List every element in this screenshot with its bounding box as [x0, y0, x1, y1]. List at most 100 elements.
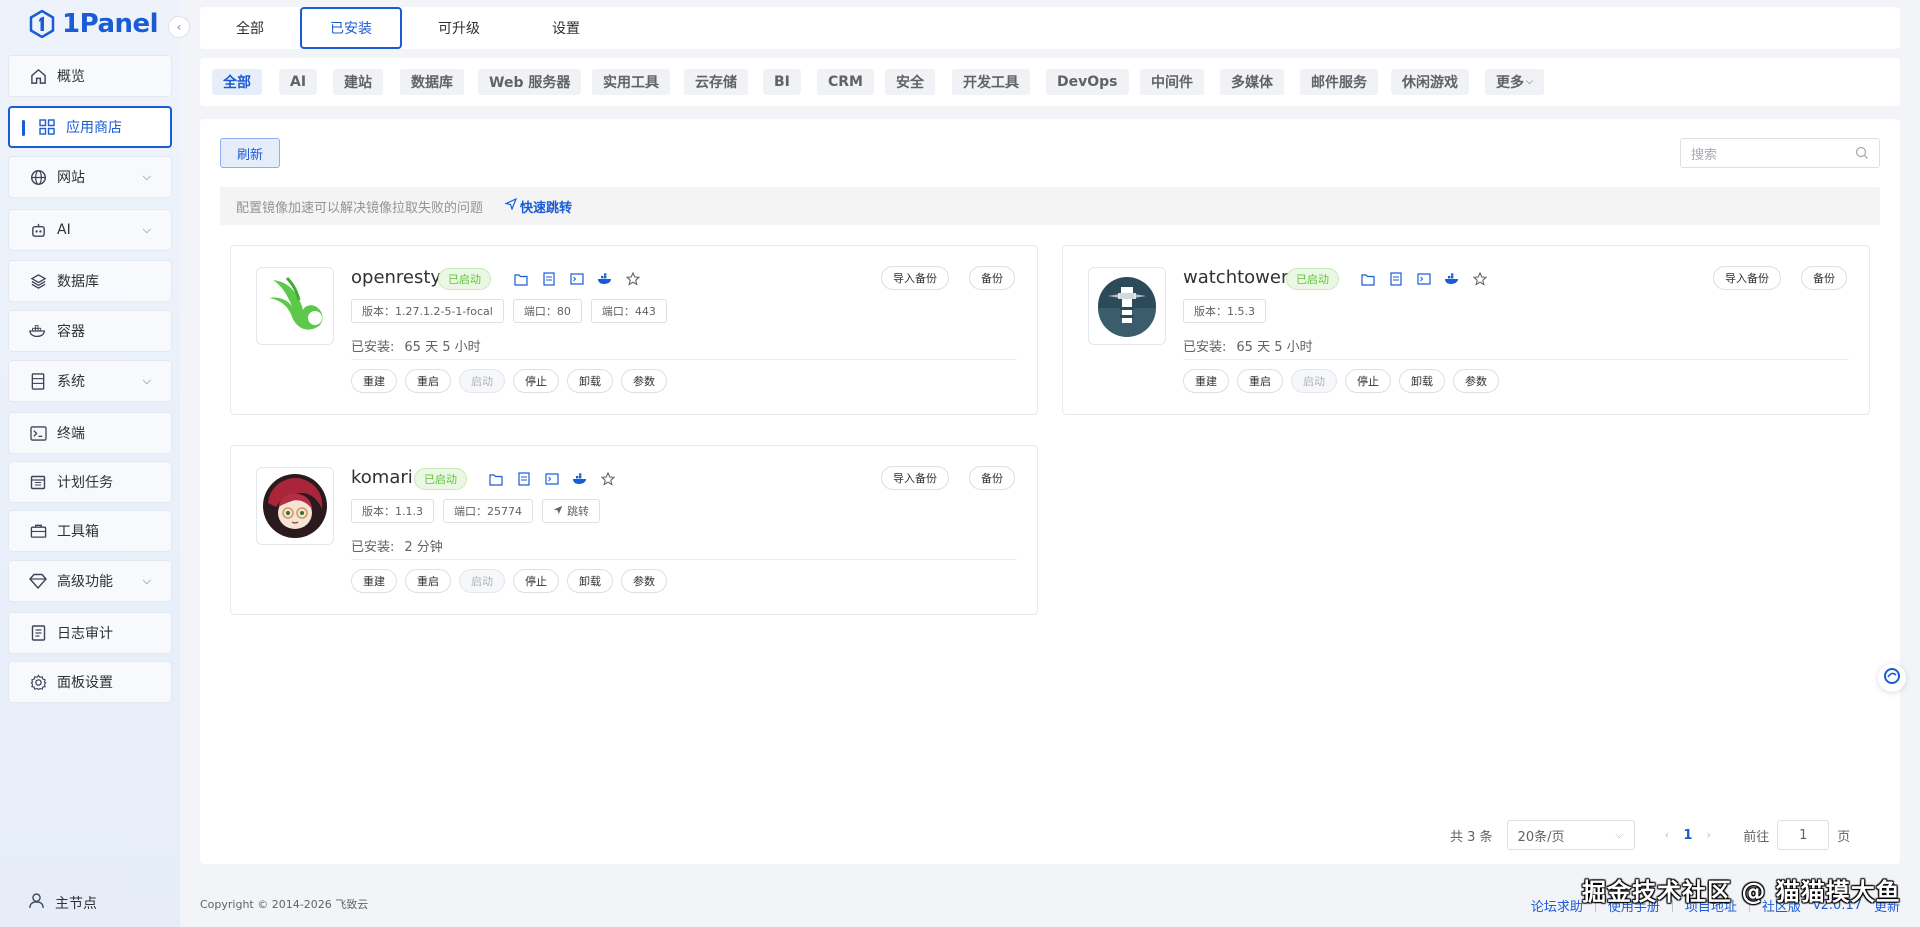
- params-button[interactable]: 参数: [621, 569, 667, 593]
- sidebar-item-overview[interactable]: 概览: [8, 55, 172, 97]
- collapse-sidebar-button[interactable]: ‹: [168, 16, 190, 38]
- category-devops[interactable]: DevOps: [1046, 69, 1129, 95]
- app-meta: 版本：1.5.3: [1183, 299, 1266, 323]
- tab-upgradable[interactable]: 可升级: [402, 7, 516, 49]
- next-page-button[interactable]: ›: [1706, 828, 1711, 842]
- goto-label: 前往: [1743, 829, 1770, 845]
- sidebar-item-terminal[interactable]: 终端: [8, 412, 172, 454]
- start-button[interactable]: 启动: [459, 569, 505, 593]
- sidebar-item-container[interactable]: 容器: [8, 310, 172, 352]
- start-button[interactable]: 启动: [459, 369, 505, 393]
- category-utility[interactable]: 实用工具: [592, 69, 670, 95]
- docker-icon[interactable]: [572, 471, 588, 487]
- sidebar-item-label: 容器: [57, 324, 85, 340]
- logo[interactable]: 1Panel: [28, 9, 159, 39]
- node-switcher[interactable]: 主节点: [28, 892, 97, 913]
- sidebar-item-database[interactable]: 数据库: [8, 260, 172, 302]
- tab-installed[interactable]: 已安装: [300, 7, 402, 49]
- docker-icon[interactable]: [597, 271, 613, 287]
- category-all[interactable]: 全部: [212, 69, 262, 95]
- docker-icon[interactable]: [1444, 271, 1460, 287]
- category-cloud-storage[interactable]: 云存储: [684, 69, 748, 95]
- category-devtools[interactable]: 开发工具: [952, 69, 1030, 95]
- folder-icon[interactable]: [1360, 271, 1376, 287]
- refresh-button[interactable]: 刷新: [220, 138, 280, 168]
- stop-button[interactable]: 停止: [1345, 369, 1391, 393]
- forum-link[interactable]: 论坛求助: [1531, 896, 1583, 915]
- uninstall-button[interactable]: 卸载: [1399, 369, 1445, 393]
- stop-button[interactable]: 停止: [513, 369, 559, 393]
- app-card-watchtower: watchtower 已启动 导入备份 备份 版本：1.5.3 已安装: 65 天…: [1062, 245, 1870, 415]
- category-mail[interactable]: 邮件服务: [1300, 69, 1378, 95]
- installed-label: 已安装:: [351, 540, 395, 555]
- goto-page-input[interactable]: 1: [1777, 820, 1830, 850]
- import-backup-button[interactable]: 导入备份: [881, 466, 949, 490]
- uninstall-button[interactable]: 卸载: [567, 369, 613, 393]
- rebuild-button[interactable]: 重建: [351, 569, 397, 593]
- restart-button[interactable]: 重启: [405, 369, 451, 393]
- folder-icon[interactable]: [488, 471, 504, 487]
- category-games[interactable]: 休闲游戏: [1391, 69, 1469, 95]
- search-input[interactable]: 搜索: [1680, 138, 1880, 168]
- star-icon[interactable]: [1472, 271, 1488, 287]
- stop-button[interactable]: 停止: [513, 569, 559, 593]
- category-security[interactable]: 安全: [885, 69, 935, 95]
- category-web-server[interactable]: Web 服务器: [478, 69, 582, 95]
- sidebar: 1Panel ‹ 概览 应用商店 网站 ⌵ AI ⌵ 数据库 容器 系统 ⌵ 终…: [0, 0, 190, 927]
- document-icon[interactable]: [1388, 271, 1404, 287]
- document-icon[interactable]: [516, 471, 532, 487]
- category-crm[interactable]: CRM: [817, 69, 874, 95]
- chevron-down-icon: ⌵: [142, 374, 151, 387]
- restart-button[interactable]: 重启: [1237, 369, 1283, 393]
- category-database[interactable]: 数据库: [400, 69, 464, 95]
- status-badge: 已启动: [414, 468, 467, 490]
- rebuild-button[interactable]: 重建: [1183, 369, 1229, 393]
- category-multimedia[interactable]: 多媒体: [1220, 69, 1284, 95]
- category-website[interactable]: 建站: [333, 69, 383, 95]
- params-button[interactable]: 参数: [1453, 369, 1499, 393]
- sidebar-item-cron[interactable]: 计划任务: [8, 461, 172, 503]
- sidebar-item-system[interactable]: 系统 ⌵: [8, 360, 172, 402]
- sidebar-item-settings[interactable]: 面板设置: [8, 661, 172, 703]
- restart-button[interactable]: 重启: [405, 569, 451, 593]
- params-button[interactable]: 参数: [621, 369, 667, 393]
- backup-button[interactable]: 备份: [1801, 266, 1847, 290]
- assistant-float-button[interactable]: [1878, 664, 1906, 692]
- sidebar-item-ai[interactable]: AI ⌵: [8, 209, 172, 251]
- star-icon[interactable]: [600, 471, 616, 487]
- port-chip: 端口：80: [512, 299, 582, 323]
- sidebar-item-website[interactable]: 网站 ⌵: [8, 156, 172, 198]
- category-middleware[interactable]: 中间件: [1140, 69, 1204, 95]
- sidebar-item-appstore[interactable]: 应用商店: [8, 106, 172, 148]
- prev-page-button[interactable]: ‹: [1665, 828, 1670, 842]
- import-backup-button[interactable]: 导入备份: [1713, 266, 1781, 290]
- uninstall-button[interactable]: 卸载: [567, 569, 613, 593]
- star-icon[interactable]: [625, 271, 641, 287]
- sidebar-item-toolbox[interactable]: 工具箱: [8, 510, 172, 552]
- rebuild-button[interactable]: 重建: [351, 369, 397, 393]
- sidebar-item-label: 终端: [57, 426, 85, 442]
- backup-button[interactable]: 备份: [969, 466, 1015, 490]
- current-page[interactable]: 1: [1683, 828, 1692, 843]
- terminal-icon: [29, 424, 47, 442]
- terminal-icon[interactable]: [1416, 271, 1432, 287]
- start-button[interactable]: 启动: [1291, 369, 1337, 393]
- terminal-icon[interactable]: [544, 471, 560, 487]
- backup-button[interactable]: 备份: [969, 266, 1015, 290]
- sidebar-item-advanced[interactable]: 高级功能 ⌵: [8, 560, 172, 602]
- folder-icon[interactable]: [513, 271, 529, 287]
- document-icon[interactable]: [541, 271, 557, 287]
- terminal-icon[interactable]: [569, 271, 585, 287]
- page-size-select[interactable]: 20条/页 ⌵: [1506, 820, 1635, 850]
- tab-settings[interactable]: 设置: [516, 7, 616, 49]
- category-more[interactable]: 更多 ⌵: [1485, 69, 1544, 95]
- sidebar-item-log-audit[interactable]: 日志审计: [8, 612, 172, 654]
- category-ai[interactable]: AI: [279, 69, 318, 95]
- import-backup-button[interactable]: 导入备份: [881, 266, 949, 290]
- quick-jump-link[interactable]: 快速跳转: [504, 197, 572, 216]
- jump-link[interactable]: 跳转: [542, 499, 600, 523]
- app-name: watchtower: [1183, 267, 1289, 288]
- tab-all[interactable]: 全部: [200, 7, 300, 49]
- sidebar-item-label: 网站: [57, 170, 85, 186]
- category-bi[interactable]: BI: [763, 69, 801, 95]
